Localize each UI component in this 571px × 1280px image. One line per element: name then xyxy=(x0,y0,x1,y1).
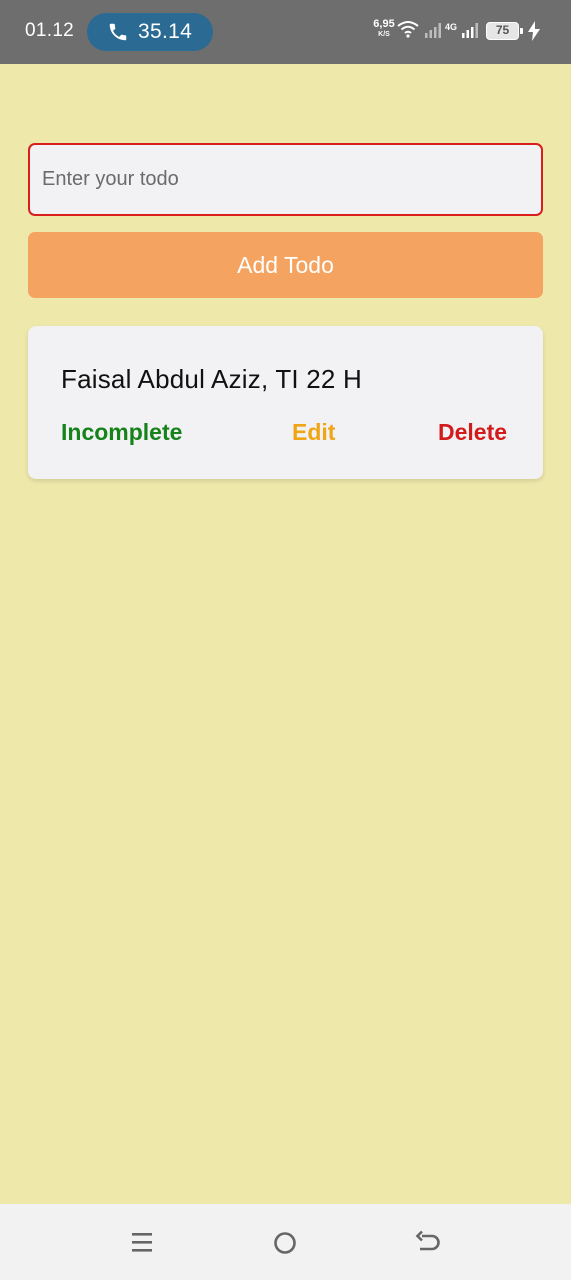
back-icon[interactable] xyxy=(413,1228,443,1258)
network-speed-unit: K/S xyxy=(378,31,390,38)
network-type: 4G xyxy=(445,22,458,32)
battery-icon: 75 xyxy=(486,22,523,40)
todo-item: Faisal Abdul Aziz, TI 22 H Incomplete Ed… xyxy=(28,326,543,479)
status-time: 01.12 xyxy=(25,20,75,41)
menu-icon[interactable] xyxy=(128,1228,158,1258)
todo-item-text: Faisal Abdul Aziz, TI 22 H xyxy=(61,364,362,394)
call-duration: 35.14 xyxy=(138,20,193,43)
toggle-complete-button[interactable]: Incomplete xyxy=(61,419,182,446)
todo-item-actions: Incomplete Edit Delete xyxy=(61,419,511,449)
phone-icon xyxy=(109,23,127,41)
signal-icon xyxy=(462,23,478,38)
ongoing-call-pill[interactable]: 35.14 xyxy=(87,13,213,51)
add-todo-button[interactable]: Add Todo xyxy=(28,232,543,298)
wifi-icon xyxy=(397,21,419,38)
network-speed: 6,95 K/S xyxy=(369,18,399,39)
charging-icon xyxy=(528,21,540,41)
delete-button[interactable]: Delete xyxy=(438,419,507,446)
todo-input[interactable] xyxy=(28,143,543,216)
status-bar: 01.12 35.14 6,95 K/S 4G 75 xyxy=(0,0,571,64)
edit-button[interactable]: Edit xyxy=(292,419,335,446)
home-icon[interactable] xyxy=(270,1228,300,1258)
network-speed-value: 6,95 xyxy=(373,18,395,30)
system-nav-bar xyxy=(0,1204,571,1280)
signal-icon xyxy=(425,23,441,38)
